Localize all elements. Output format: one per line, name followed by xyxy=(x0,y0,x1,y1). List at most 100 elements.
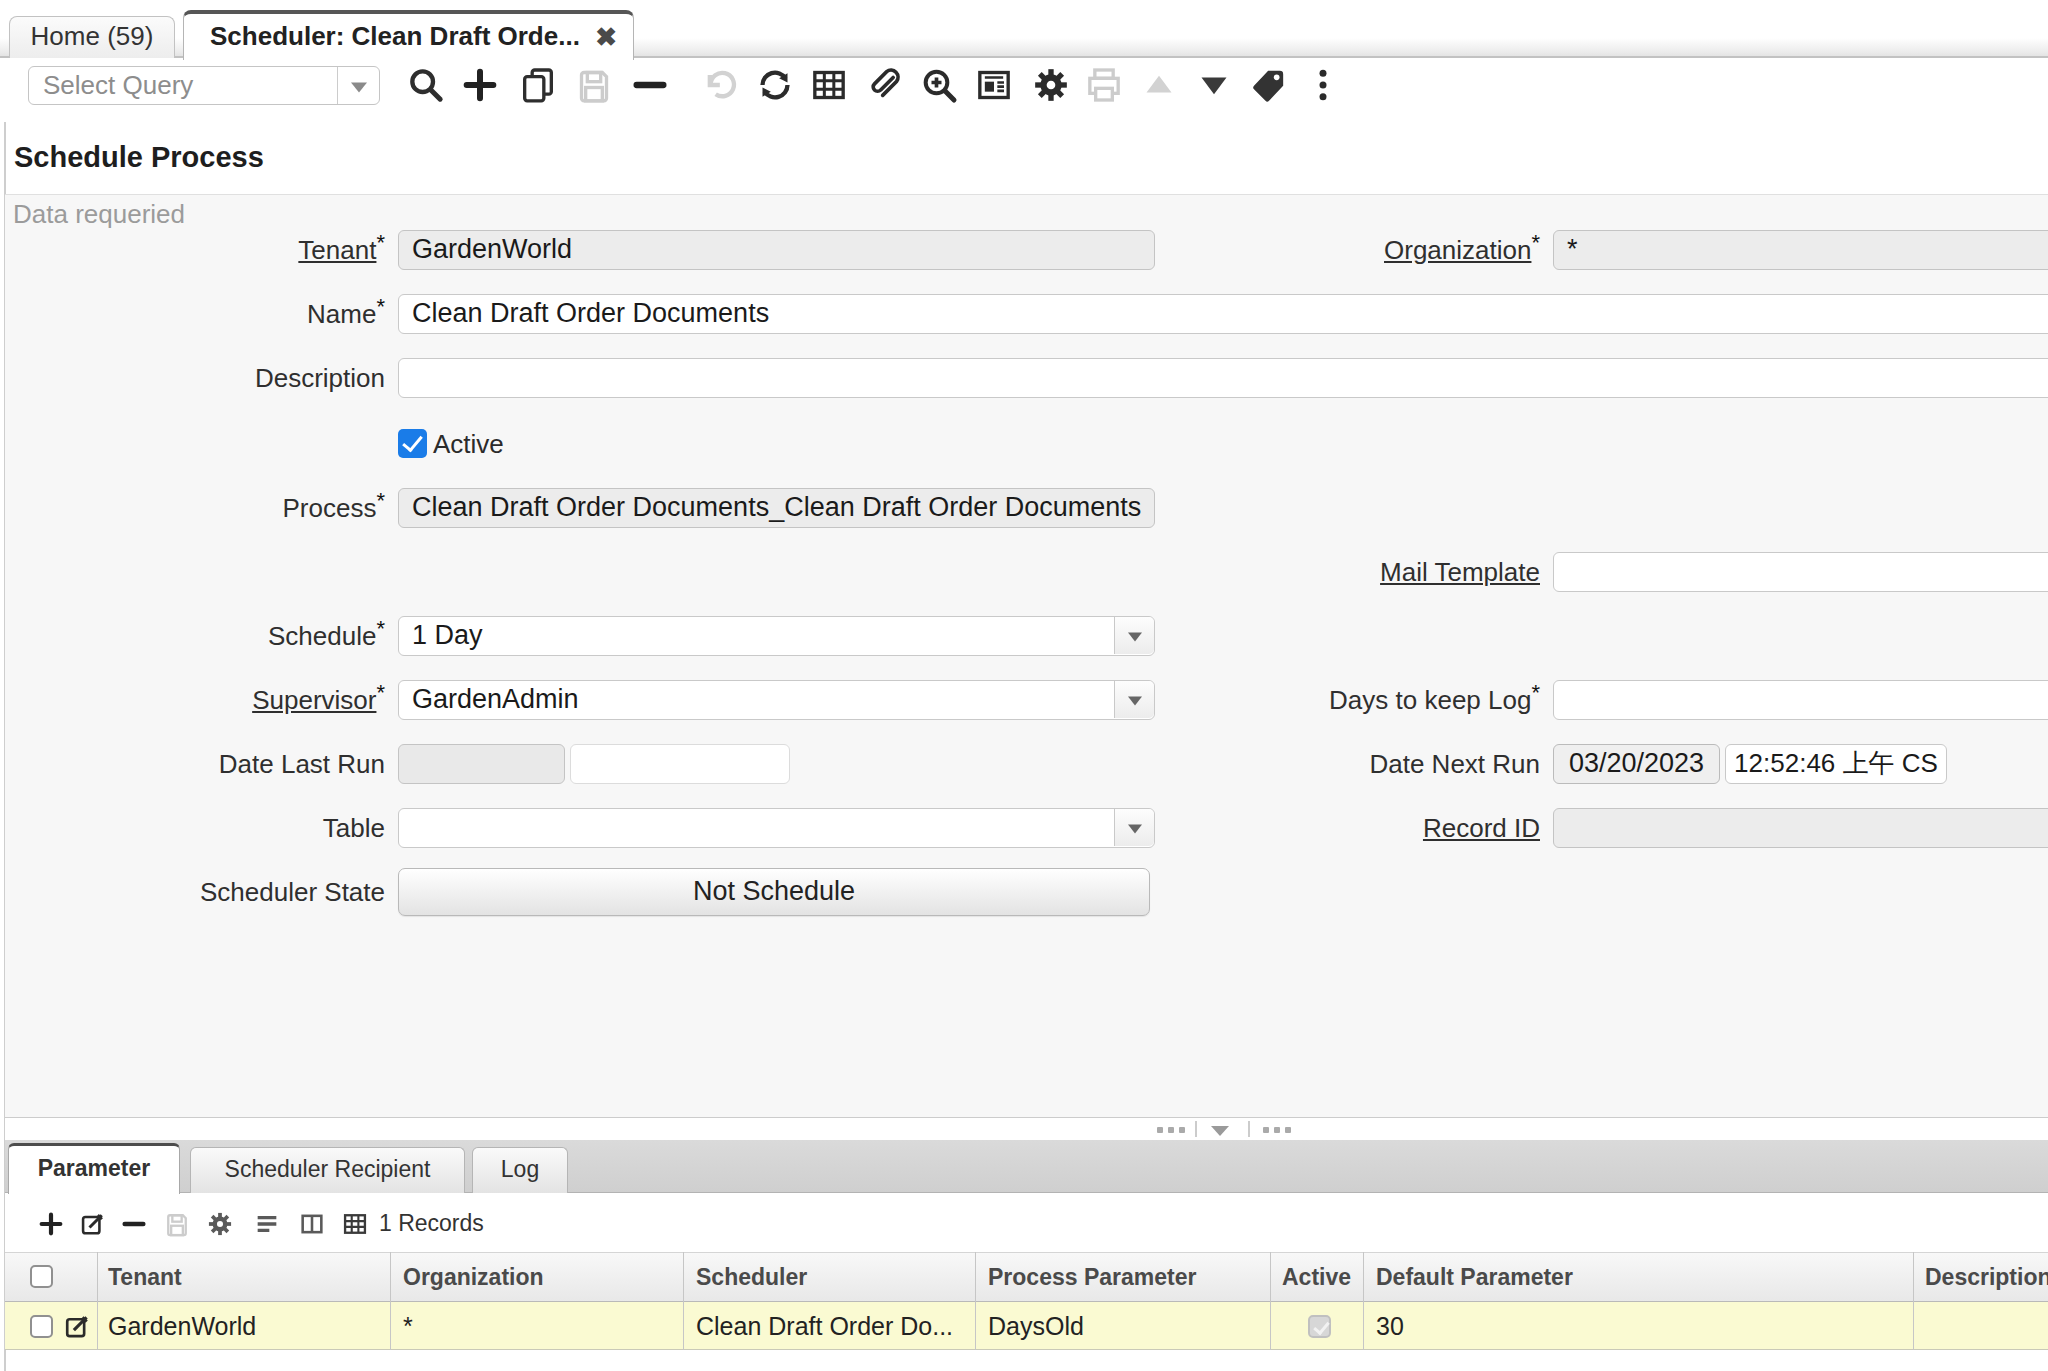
column-header-organization[interactable]: Organization xyxy=(403,1253,544,1301)
window-tab-bar: Home (59) Scheduler: Clean Draft Orde...… xyxy=(0,0,2048,58)
cell-process-parameter: DaysOld xyxy=(988,1302,1084,1350)
grid-toggle-icon[interactable] xyxy=(809,65,849,105)
records-count: 1 Records xyxy=(379,1209,484,1237)
column-header-active[interactable]: Active xyxy=(1282,1253,1351,1301)
record-id-field[interactable] xyxy=(1553,808,2048,848)
status-message: Data requeried xyxy=(13,199,185,230)
row-checkbox[interactable] xyxy=(30,1315,53,1338)
cell-organization: * xyxy=(403,1302,413,1350)
supervisor-combobox[interactable]: GardenAdmin xyxy=(398,680,1155,720)
detail-save-icon[interactable] xyxy=(163,1210,191,1238)
save-icon[interactable] xyxy=(574,65,614,105)
detail-grid-icon[interactable] xyxy=(341,1210,369,1238)
tab-scheduler-label: Scheduler: Clean Draft Orde... xyxy=(210,21,580,51)
column-header-default-parameter[interactable]: Default Parameter xyxy=(1376,1253,1573,1301)
column-header-process-parameter[interactable]: Process Parameter xyxy=(988,1253,1196,1301)
date-next-run-date-field[interactable]: 03/20/2023 xyxy=(1553,744,1720,784)
label-tag-icon[interactable] xyxy=(1249,65,1289,105)
name-label: Name* xyxy=(0,294,385,334)
col-sep-3 xyxy=(683,1252,684,1350)
delete-record-icon[interactable] xyxy=(630,65,670,105)
active-label: Active xyxy=(433,429,504,459)
select-query-combobox[interactable]: Select Query xyxy=(28,66,380,105)
cell-scheduler: Clean Draft Order Do... xyxy=(696,1302,953,1350)
detail-panel-icon[interactable] xyxy=(298,1210,326,1238)
detail-delete-icon[interactable] xyxy=(120,1210,148,1238)
main-toolbar: Select Query xyxy=(0,58,2048,122)
tab-home[interactable]: Home (59) xyxy=(9,16,175,58)
tenant-label[interactable]: Tenant* xyxy=(0,230,385,270)
splitter-grip-left xyxy=(1157,1127,1185,1133)
select-query-dropdown-button[interactable] xyxy=(337,67,379,104)
table-combobox[interactable] xyxy=(398,808,1155,848)
print-icon[interactable] xyxy=(1084,65,1124,105)
detail-sequence-icon[interactable] xyxy=(253,1210,281,1238)
col-sep-1 xyxy=(97,1252,98,1350)
select-all-checkbox[interactable] xyxy=(30,1265,53,1288)
date-last-run-date-field[interactable] xyxy=(398,744,565,784)
col-sep-6 xyxy=(1363,1252,1364,1350)
detail-record-icon[interactable] xyxy=(1194,65,1234,105)
date-next-run-time-field[interactable]: 12:52:46 上午 CS xyxy=(1725,744,1947,784)
col-sep-7 xyxy=(1913,1252,1914,1350)
mail-template-label[interactable]: Mail Template xyxy=(995,552,1540,592)
name-field[interactable]: Clean Draft Order Documents xyxy=(398,294,2048,334)
days-to-keep-log-field[interactable] xyxy=(1553,680,2048,720)
splitter-collapse-icon[interactable] xyxy=(1211,1126,1229,1136)
supervisor-dropdown-button[interactable] xyxy=(1114,681,1154,718)
page-title: Schedule Process xyxy=(14,141,264,174)
description-field[interactable] xyxy=(398,358,2048,398)
col-sep-2 xyxy=(390,1252,391,1350)
col-sep-4 xyxy=(975,1252,976,1350)
copy-record-icon[interactable] xyxy=(518,65,558,105)
column-header-description[interactable]: Description xyxy=(1925,1253,2048,1301)
cell-default-parameter: 30 xyxy=(1376,1302,1404,1350)
detail-new-icon[interactable] xyxy=(37,1210,65,1238)
col-sep-5 xyxy=(1270,1252,1271,1350)
tab-scheduler[interactable]: Scheduler: Clean Draft Orde... ✖ xyxy=(183,10,634,60)
column-header-tenant[interactable]: Tenant xyxy=(108,1253,182,1301)
search-icon[interactable] xyxy=(406,65,446,105)
row-edit-icon[interactable] xyxy=(63,1312,92,1341)
schedule-dropdown-button[interactable] xyxy=(1114,617,1154,654)
cell-active-checkbox xyxy=(1308,1315,1331,1338)
schedule-label: Schedule* xyxy=(0,616,385,656)
date-last-run-label: Date Last Run xyxy=(0,744,385,784)
tab-parameter[interactable]: Parameter xyxy=(8,1143,180,1194)
process-field[interactable]: Clean Draft Order Documents_Clean Draft … xyxy=(398,488,1155,528)
close-tab-icon[interactable]: ✖ xyxy=(595,14,617,60)
scheduler-state-button[interactable]: Not Schedule xyxy=(398,868,1150,916)
scheduler-state-label: Scheduler State xyxy=(0,872,385,912)
undo-icon[interactable] xyxy=(699,65,739,105)
column-header-scheduler[interactable]: Scheduler xyxy=(696,1253,807,1301)
process-label: Process* xyxy=(0,488,385,528)
tenant-field[interactable]: GardenWorld xyxy=(398,230,1155,270)
active-checkbox[interactable] xyxy=(398,429,427,458)
cell-tenant: GardenWorld xyxy=(108,1302,256,1350)
detail-tab-bar: Parameter Scheduler Recipient Log xyxy=(5,1140,2048,1193)
table-dropdown-button[interactable] xyxy=(1114,809,1154,846)
detail-edit-icon[interactable] xyxy=(79,1210,107,1238)
detail-table-header: Tenant Organization Scheduler Process Pa… xyxy=(5,1252,2048,1302)
attachment-icon[interactable] xyxy=(864,65,904,105)
new-record-icon[interactable] xyxy=(460,65,500,105)
date-last-run-time-field[interactable] xyxy=(570,744,790,784)
schedule-combobox[interactable]: 1 Day xyxy=(398,616,1155,656)
tab-scheduler-recipient[interactable]: Scheduler Recipient xyxy=(190,1147,465,1193)
detail-process-gear-icon[interactable] xyxy=(206,1210,234,1238)
parent-record-icon[interactable] xyxy=(1139,65,1179,105)
tab-log[interactable]: Log xyxy=(472,1147,568,1193)
date-next-run-label: Date Next Run xyxy=(995,744,1540,784)
splitter-grip-right xyxy=(1263,1127,1291,1133)
process-gear-icon[interactable] xyxy=(1031,65,1071,105)
splitter-bar[interactable] xyxy=(5,1117,2048,1140)
more-options-icon[interactable] xyxy=(1303,65,1343,105)
mail-template-field[interactable] xyxy=(1553,552,2048,592)
table-row[interactable]: GardenWorld * Clean Draft Order Do... Da… xyxy=(5,1302,2048,1350)
zoom-across-icon[interactable] xyxy=(919,65,959,105)
organization-field[interactable]: * xyxy=(1553,230,2048,270)
table-label: Table xyxy=(0,808,385,848)
refresh-icon[interactable] xyxy=(755,65,795,105)
supervisor-label[interactable]: Supervisor* xyxy=(0,680,385,720)
report-icon[interactable] xyxy=(974,65,1014,105)
